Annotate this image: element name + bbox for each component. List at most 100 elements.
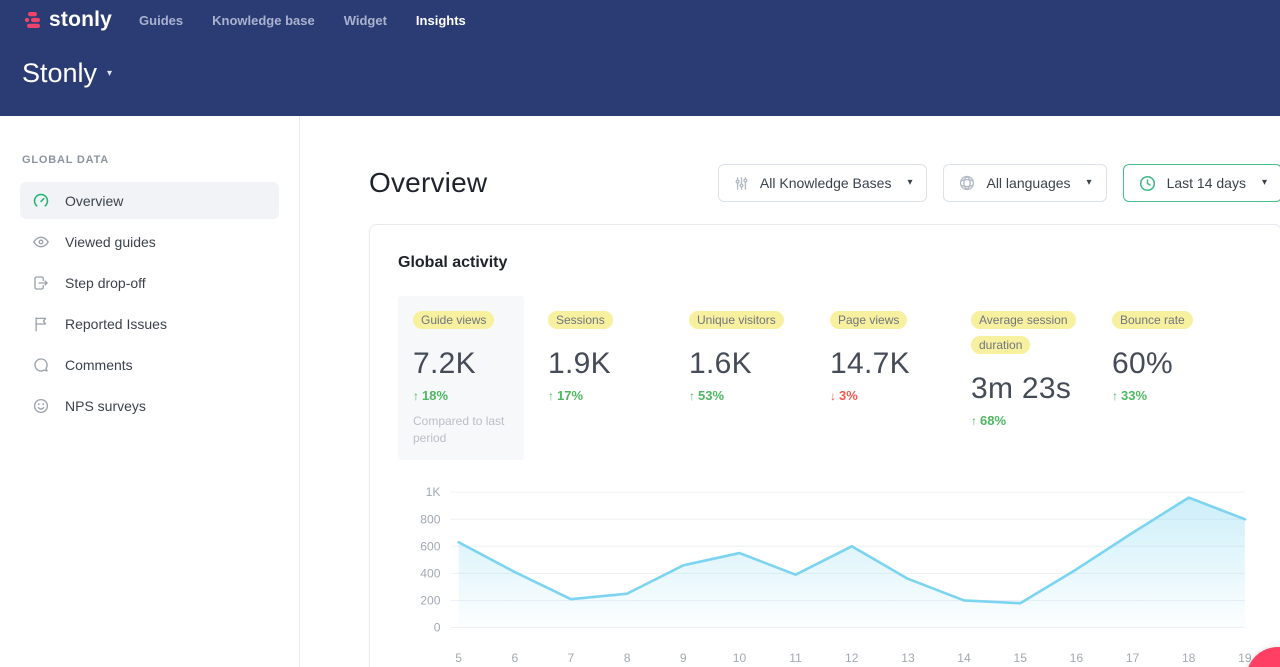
arrow-up-icon: ↑ (689, 389, 695, 403)
svg-text:10: 10 (733, 651, 747, 665)
sidebar-item-viewed-guides[interactable]: Viewed guides (20, 223, 279, 260)
svg-text:600: 600 (420, 540, 440, 554)
clock-icon (1138, 174, 1157, 193)
metric-change-value: 68% (980, 413, 1006, 428)
sidebar-item-label: Step drop-off (65, 275, 146, 291)
svg-text:400: 400 (420, 567, 440, 581)
eye-icon (32, 233, 50, 251)
workspace-switcher[interactable]: Stonly ▾ (22, 58, 112, 89)
comment-icon (32, 356, 50, 374)
svg-text:18: 18 (1182, 651, 1196, 665)
sidebar-item-label: Comments (65, 357, 133, 373)
chevron-down-icon: ▾ (907, 178, 912, 188)
metric-value: 7.2K (413, 347, 509, 381)
metric-unique-visitors[interactable]: Unique visitors 1.6K ↑53% (689, 296, 830, 403)
metric-average-session-duration[interactable]: Average session duration3m 23s↑68% (971, 296, 1112, 428)
sidebar-item-label: Reported Issues (65, 316, 167, 332)
metric-change-value: 3% (839, 388, 858, 403)
svg-text:11: 11 (789, 651, 802, 665)
metric-label-highlight: Bounce rate (1112, 308, 1224, 333)
svg-text:800: 800 (420, 513, 440, 527)
sidebar-item-label: Viewed guides (65, 234, 156, 250)
svg-text:5: 5 (455, 651, 462, 665)
metric-bounce-rate[interactable]: Bounce rate60%↑33% (1112, 296, 1253, 403)
arrow-up-icon: ↑ (548, 389, 554, 403)
metric-label: Bounce rate (1112, 311, 1193, 329)
chevron-down-icon: ▾ (1087, 178, 1092, 188)
nav-item-guides[interactable]: Guides (139, 13, 183, 28)
metric-change: ↑18% (413, 388, 509, 403)
logo-text: stonly (49, 8, 112, 32)
stonly-logo[interactable]: stonly (22, 8, 112, 32)
activity-chart: 02004006008001K5678910111213141516171819 (398, 480, 1253, 667)
metric-label: Guide views (413, 311, 494, 329)
arrow-up-icon: ↑ (971, 414, 977, 428)
metric-change: ↑33% (1112, 388, 1253, 403)
filter-last-14-days[interactable]: Last 14 days ▾ (1123, 164, 1280, 202)
metric-change: ↑68% (971, 413, 1112, 428)
filter-all-languages[interactable]: All languages ▾ (943, 164, 1106, 202)
metric-change: ↓3% (830, 388, 971, 403)
sidebar-item-nps-surveys[interactable]: NPS surveys (20, 387, 279, 424)
nav-item-knowledge-base[interactable]: Knowledge base (212, 13, 315, 28)
stonly-logo-icon (22, 9, 44, 31)
svg-text:6: 6 (511, 651, 518, 665)
gauge-icon (32, 192, 50, 210)
sidebar-item-reported-issues[interactable]: Reported Issues (20, 305, 279, 342)
svg-text:1K: 1K (426, 486, 441, 500)
sliders-icon (733, 175, 750, 192)
svg-text:13: 13 (901, 651, 915, 665)
svg-text:15: 15 (1013, 651, 1027, 665)
metric-label: Sessions (548, 311, 613, 329)
sidebar-item-step-drop-off[interactable]: Step drop-off (20, 264, 279, 301)
arrow-up-icon: ↑ (1112, 389, 1118, 403)
metric-change: ↑17% (548, 388, 689, 403)
metric-value: 14.7K (830, 347, 971, 381)
metric-value: 1.9K (548, 347, 689, 381)
top-navbar: stonly Guides Knowledge base Widget Insight… (0, 0, 1280, 116)
svg-text:17: 17 (1126, 651, 1140, 665)
metric-sessions[interactable]: Sessions 1.9K ↑17% (548, 296, 689, 403)
filter-label: All languages (986, 175, 1070, 191)
sidebar-item-label: Overview (65, 193, 123, 209)
metric-label-highlight: Guide views (413, 308, 509, 333)
card-title: Global activity (398, 254, 1253, 272)
arrow-down-icon: ↓ (830, 389, 836, 403)
nav-item-widget[interactable]: Widget (344, 13, 387, 28)
metric-label: Page views (830, 311, 907, 329)
metric-value: 1.6K (689, 347, 830, 381)
chevron-down-icon: ▾ (1262, 178, 1267, 188)
filter-all-knowledge-bases[interactable]: All Knowledge Bases ▾ (718, 164, 928, 202)
sidebar-item-comments[interactable]: Comments (20, 346, 279, 383)
sidebar: GLOBAL DATA Overview Viewed guides Step dr… (0, 116, 300, 667)
svg-text:9: 9 (680, 651, 687, 665)
metric-change-value: 33% (1121, 388, 1147, 403)
smiley-icon (32, 397, 50, 415)
sidebar-section-label: GLOBAL DATA (22, 154, 279, 166)
arrow-up-icon: ↑ (413, 389, 419, 403)
metric-label: Average session duration (971, 311, 1076, 354)
svg-text:7: 7 (568, 651, 575, 665)
svg-text:200: 200 (420, 594, 440, 608)
svg-text:0: 0 (434, 621, 441, 635)
nav-item-insights[interactable]: Insights (416, 13, 466, 28)
metric-change-value: 53% (698, 388, 724, 403)
metric-change-value: 18% (422, 388, 448, 403)
metric-page-views[interactable]: Page views 14.7K ↓3% (830, 296, 971, 403)
metrics-row: Guide views7.2K↑18%Compared to last peri… (398, 296, 1253, 460)
filter-label: All Knowledge Bases (760, 175, 892, 191)
svg-text:16: 16 (1070, 651, 1084, 665)
metric-label: Unique visitors (689, 311, 784, 329)
metric-label-highlight: Unique visitors (689, 308, 801, 333)
filter-label: Last 14 days (1167, 175, 1246, 191)
main-content: Overview All Knowledge Bases▾All languag… (300, 116, 1280, 667)
metric-label-highlight: Average session duration (971, 308, 1083, 358)
metric-change-value: 17% (557, 388, 583, 403)
metric-guide-views[interactable]: Guide views7.2K↑18%Compared to last peri… (398, 296, 524, 460)
filters-bar: All Knowledge Bases▾All languages▾Last 1… (718, 164, 1280, 202)
svg-text:12: 12 (845, 651, 859, 665)
globe-icon (958, 174, 976, 192)
page-title: Overview (369, 167, 487, 199)
sidebar-item-overview[interactable]: Overview (20, 182, 279, 219)
top-nav-menu: Guides Knowledge base Widget Insights (139, 13, 466, 28)
